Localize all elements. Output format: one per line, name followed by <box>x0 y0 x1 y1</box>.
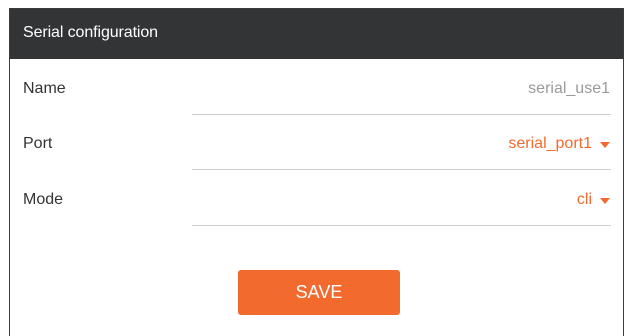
port-field-row: Port serial_port1 <box>10 135 623 191</box>
panel-header: Serial configuration <box>10 9 623 59</box>
name-value[interactable]: serial_use1 <box>528 80 610 98</box>
name-label: Name <box>23 80 66 97</box>
caret-down-icon <box>600 198 610 204</box>
name-underline <box>192 114 611 115</box>
mode-underline <box>192 225 611 226</box>
mode-field-row: Mode cli <box>10 191 623 247</box>
port-underline <box>192 169 611 170</box>
serial-configuration-panel: Serial configuration Name serial_use1 Po… <box>9 8 624 336</box>
port-selected-value: serial_port1 <box>508 135 592 152</box>
panel-title: Serial configuration <box>23 24 158 41</box>
mode-selected-value: cli <box>576 191 592 208</box>
caret-down-icon <box>600 142 610 148</box>
name-value-text: serial_use1 <box>528 80 610 97</box>
mode-select[interactable]: cli <box>577 191 610 209</box>
save-button[interactable]: SAVE <box>238 270 400 315</box>
port-label: Port <box>23 135 53 152</box>
port-select[interactable]: serial_port1 <box>508 135 610 153</box>
mode-label: Mode <box>23 191 64 208</box>
name-field-row: Name serial_use1 <box>10 80 623 136</box>
